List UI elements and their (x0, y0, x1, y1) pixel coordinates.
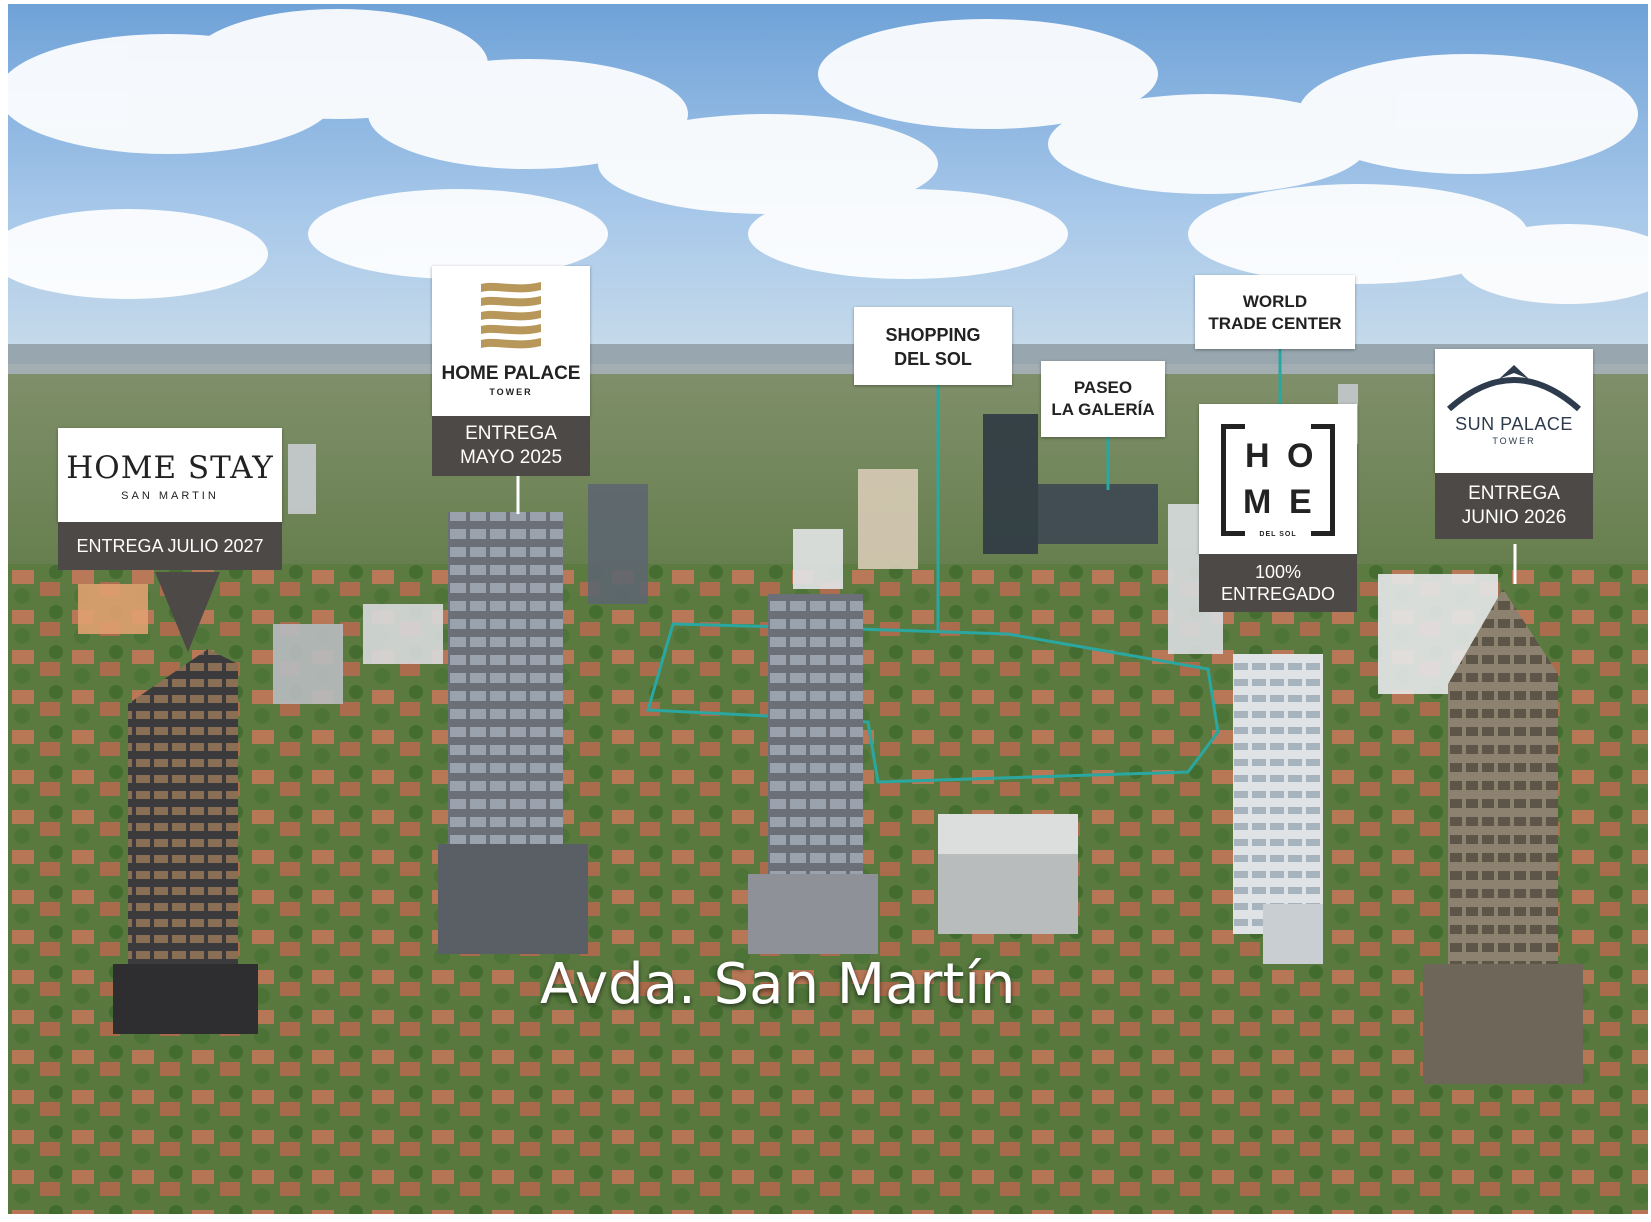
aerial-city-background (8, 4, 1648, 1214)
sun-palace-name: SUN PALACE (1455, 414, 1573, 434)
wtc-line1: WORLD (1242, 292, 1308, 311)
home-stay-name: HOME STAY (66, 450, 274, 486)
world-trade-center-label: WORLD TRADE CENTER (1195, 275, 1355, 349)
home-palace-name: HOME PALACE (441, 363, 581, 384)
home-palace-delivery-line1: ENTREGA (465, 423, 557, 444)
home-stay-logo: HOME STAY SAN MARTIN (58, 428, 282, 522)
sun-palace-delivery: ENTREGA JUNIO 2026 (1435, 473, 1593, 539)
home-del-sol-status: 100% ENTREGADO (1199, 554, 1357, 612)
street-label: Avda. San Martín (540, 952, 1016, 1017)
shopping-line1: SHOPPING (885, 325, 981, 345)
aerial-photo: HOME STAY SAN MARTIN ENTREGA JULIO 2027 … (8, 4, 1648, 1214)
home-letter-o: O (1287, 437, 1314, 475)
home-stay-sub: SAN MARTIN (121, 490, 219, 502)
paseo-line2: LA GALERÍA (1051, 400, 1155, 419)
home-letter-h: H (1245, 437, 1270, 475)
shopping-del-sol-label: SHOPPING DEL SOL (854, 307, 1012, 385)
home-del-sol-sub: DEL SOL (1259, 531, 1297, 538)
sun-palace-delivery-line1: ENTREGA (1468, 483, 1560, 504)
paseo-la-galeria-label: PASEO LA GALERÍA (1041, 361, 1165, 437)
home-letter-e: E (1289, 483, 1312, 521)
shopping-line2: DEL SOL (894, 349, 972, 369)
sun-palace-logo: SUN PALACE TOWER (1435, 349, 1593, 473)
home-stay-delivery: ENTREGA JULIO 2027 (58, 522, 282, 570)
home-palace-wave-icon (481, 282, 541, 349)
home-palace-delivery-line2: MAYO 2025 (459, 447, 563, 468)
home-letter-m: M (1243, 483, 1272, 521)
home-del-sol-frame: H O M E DEL SOL (1221, 424, 1335, 538)
home-del-sol-logo: H O M E DEL SOL (1199, 404, 1357, 554)
home-palace-sub: TOWER (489, 387, 533, 397)
home-palace-logo: HOME PALACE TOWER (432, 266, 590, 416)
wtc-line2: TRADE CENTER (1208, 314, 1342, 333)
home-del-sol-status-line1: 100% (1254, 562, 1302, 582)
home-del-sol-status-line2: ENTREGADO (1220, 584, 1335, 604)
sun-palace-delivery-line2: JUNIO 2026 (1461, 507, 1567, 528)
sun-palace-sub: TOWER (1492, 436, 1536, 446)
home-palace-delivery: ENTREGA MAYO 2025 (432, 416, 590, 476)
paseo-line1: PASEO (1073, 378, 1133, 397)
sun-palace-arch-icon (1447, 365, 1581, 412)
